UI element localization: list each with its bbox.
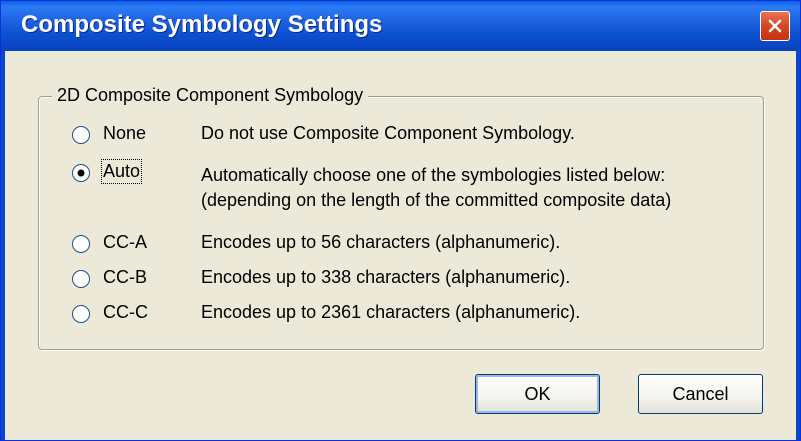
- radio-label-cc-a[interactable]: CC-A: [103, 232, 147, 253]
- groupbox-label: 2D Composite Component Symbology: [52, 85, 369, 106]
- radio-none[interactable]: [71, 125, 91, 145]
- description-cc-c: Encodes up to 2361 characters (alphanume…: [201, 302, 581, 322]
- description-cc-b: Encodes up to 338 characters (alphanumer…: [201, 267, 571, 287]
- close-button[interactable]: [760, 11, 790, 41]
- radio-cc-b[interactable]: [71, 269, 91, 289]
- window-title: Composite Symbology Settings: [21, 11, 383, 38]
- description-auto: Automatically choose one of the symbolog…: [201, 165, 666, 185]
- radio-label-auto[interactable]: Auto: [100, 159, 143, 184]
- ok-button[interactable]: OK: [475, 374, 600, 414]
- radio-label-none[interactable]: None: [103, 123, 146, 144]
- window-border-left: [1, 51, 5, 440]
- cancel-button[interactable]: Cancel: [638, 374, 763, 414]
- radio-auto[interactable]: [71, 163, 91, 183]
- radio-label-cc-c[interactable]: CC-C: [103, 302, 148, 323]
- radio-cc-a[interactable]: [71, 234, 91, 254]
- title-bar[interactable]: Composite Symbology Settings: [1, 1, 800, 51]
- description-none: Do not use Composite Component Symbology…: [201, 123, 575, 143]
- radio-cc-c[interactable]: [71, 304, 91, 324]
- window-border-right: [796, 51, 800, 440]
- description-auto-line2: (depending on the length of the committe…: [201, 190, 672, 210]
- description-cc-a: Encodes up to 56 characters (alphanumeri…: [201, 232, 561, 252]
- close-icon: [768, 19, 782, 33]
- radio-label-cc-b[interactable]: CC-B: [103, 267, 147, 288]
- dialog-window: Composite Symbology Settings 2D Composit…: [0, 0, 801, 441]
